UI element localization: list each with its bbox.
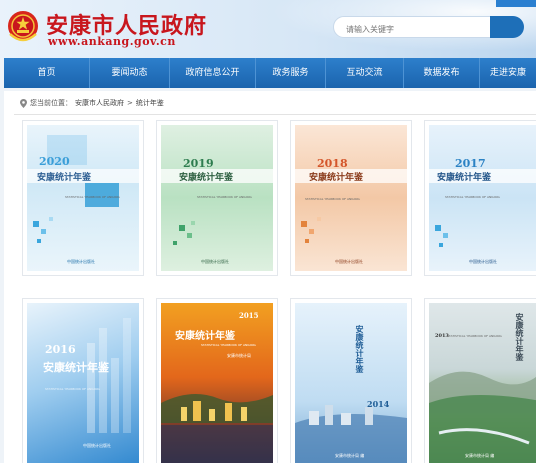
cover-title: 安康统计年鉴: [437, 173, 492, 183]
cover-en-title: STATISTICAL YEARBOOK OF ANKANG: [45, 387, 100, 391]
breadcrumb-divider: [14, 114, 536, 115]
cover-year: 2016: [45, 343, 76, 356]
nav-item-info-disclosure[interactable]: 政府信息公开: [170, 58, 256, 88]
yearbook-cover-2020: 2020 安康统计年鉴 STATISTICAL YEARBOOK OF ANKA…: [27, 125, 139, 271]
cover-graphic: [87, 318, 131, 433]
main-nav: 首页 要闻动态 政府信息公开 政务服务 互动交流 数据发布 走进安康: [4, 58, 536, 88]
top-link-badge[interactable]: [496, 0, 536, 7]
nav-item-home[interactable]: 首页: [4, 58, 90, 88]
search-box: [333, 16, 524, 40]
breadcrumb-prefix: 您当前位置：: [30, 99, 72, 107]
cover-title: 安康统计年鉴: [43, 361, 109, 374]
site-header: 安康市人民政府 www.ankang.gov.cn: [0, 0, 536, 58]
cover-publisher: 中国统计出版社: [335, 259, 363, 264]
cover-title: 安康统计年鉴: [515, 313, 525, 361]
nav-item-interaction[interactable]: 互动交流: [326, 58, 404, 88]
nav-item-services[interactable]: 政务服务: [256, 58, 326, 88]
national-emblem-icon: [8, 11, 38, 42]
content-panel: 您当前位置： 安康市人民政府 > 统计年鉴 2020 安康统计年鉴 STATIS…: [4, 91, 536, 463]
cover-year: 2017: [455, 157, 486, 170]
cover-title: 安康统计年鉴: [37, 173, 92, 183]
cover-publisher: 安康市统计局: [227, 353, 251, 358]
nav-item-about-ankang[interactable]: 走进安康: [480, 58, 536, 88]
cover-publisher: 中国统计出版社: [201, 259, 229, 264]
yearbook-cover-2014: 安康统计年鉴 2014 安康市统计局 编: [295, 303, 407, 463]
yearbook-card-2017[interactable]: 2017 安康统计年鉴 STATISTICAL YEARBOOK OF ANKA…: [424, 120, 536, 276]
cover-publisher: 安康市统计局 编: [335, 453, 365, 458]
cover-title: 安康统计年鉴: [175, 331, 235, 342]
cover-en-title: STATISTICAL YEARBOOK OF ANKANG: [305, 197, 360, 201]
cover-en-title: STATISTICAL YEARBOOK OF ANKANG: [65, 195, 120, 199]
yearbook-cover-2018: 2018 安康统计年鉴 STATISTICAL YEARBOOK OF ANKA…: [295, 125, 407, 271]
yearbook-card-2015[interactable]: 2015 安康统计年鉴 STATISTICAL YEARBOOK OF ANKA…: [156, 298, 278, 463]
yearbook-card-2018[interactable]: 2018 安康统计年鉴 STATISTICAL YEARBOOK OF ANKA…: [290, 120, 412, 276]
search-button[interactable]: [490, 16, 524, 38]
cover-en-title: STATISTICAL YEARBOOK OF ANKANG: [197, 195, 252, 199]
cover-title: 安康统计年鉴: [309, 173, 364, 183]
cover-publisher: 中国统计出版社: [83, 443, 111, 448]
yearbook-cover-2013: 安康统计年鉴 2013 STATISTICAL YEARBOOK OF ANKA…: [429, 303, 536, 463]
breadcrumb-separator: >: [127, 99, 133, 107]
cover-graphic: [295, 405, 407, 463]
breadcrumb-current[interactable]: 统计年鉴: [136, 98, 164, 108]
cover-year: 2018: [317, 157, 348, 170]
cover-year: 2020: [39, 155, 70, 168]
cover-en-title: STATISTICAL YEARBOOK OF ANKANG: [445, 195, 500, 199]
breadcrumb: 您当前位置： 安康市人民政府 > 统计年鉴: [20, 98, 164, 108]
yearbook-cover-2019: 2019 安康统计年鉴 STATISTICAL YEARBOOK OF ANKA…: [161, 125, 273, 271]
cover-en-title: STATISTICAL YEARBOOK OF ANKANG: [447, 334, 502, 338]
site-url: www.ankang.gov.cn: [48, 35, 176, 48]
yearbook-card-2014[interactable]: 安康统计年鉴 2014 安康市统计局 编: [290, 298, 412, 463]
nav-item-data-release[interactable]: 数据发布: [404, 58, 480, 88]
breadcrumb-home-link[interactable]: 安康市人民政府: [75, 98, 124, 108]
cover-title: 安康统计年鉴: [355, 325, 365, 373]
search-input[interactable]: [334, 19, 484, 40]
yearbook-card-2019[interactable]: 2019 安康统计年鉴 STATISTICAL YEARBOOK OF ANKA…: [156, 120, 278, 276]
cover-year: 2014: [367, 399, 390, 409]
cover-en-title: STATISTICAL YEARBOOK OF ANKANG: [201, 343, 256, 347]
yearbook-cover-2017: 2017 安康统计年鉴 STATISTICAL YEARBOOK OF ANKA…: [429, 125, 536, 271]
cover-year: 2015: [239, 311, 259, 320]
nav-item-news[interactable]: 要闻动态: [90, 58, 170, 88]
cover-publisher: 安康市统计局 编: [465, 453, 495, 458]
cover-publisher: 中国统计出版社: [67, 259, 95, 264]
yearbook-card-2016[interactable]: 2016 安康统计年鉴 STATISTICAL YEARBOOK OF ANKA…: [22, 298, 144, 463]
location-pin-icon: [20, 98, 27, 108]
cover-year: 2019: [183, 157, 214, 170]
cover-publisher: 中国统计出版社: [469, 259, 497, 264]
cover-title: 安康统计年鉴: [179, 173, 234, 183]
yearbook-card-2020[interactable]: 2020 安康统计年鉴 STATISTICAL YEARBOOK OF ANKA…: [22, 120, 144, 276]
yearbook-cover-2016: 2016 安康统计年鉴 STATISTICAL YEARBOOK OF ANKA…: [27, 303, 139, 463]
yearbook-cover-2015: 2015 安康统计年鉴 STATISTICAL YEARBOOK OF ANKA…: [161, 303, 273, 463]
yearbook-card-2013[interactable]: 安康统计年鉴 2013 STATISTICAL YEARBOOK OF ANKA…: [424, 298, 536, 463]
